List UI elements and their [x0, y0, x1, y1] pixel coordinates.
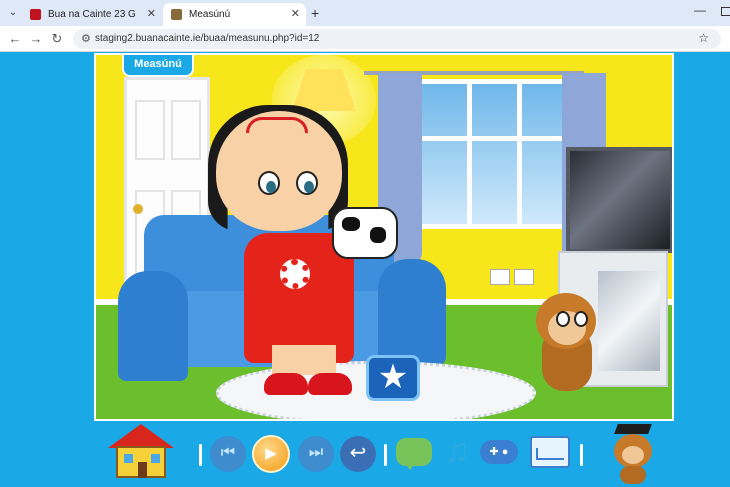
progress-chart-icon[interactable] — [530, 436, 570, 468]
music-note-icon[interactable]: ♫ — [440, 432, 474, 470]
play-icon[interactable]: ▶ — [252, 435, 290, 473]
pdf-icon — [30, 9, 41, 20]
monkey-eye — [556, 311, 570, 327]
window — [414, 79, 570, 229]
door-panel — [171, 100, 201, 160]
browser-toolbar: ← → ↻ ⚙ staging2.buanacainte.ie/buaa/mea… — [0, 26, 730, 52]
tab-title: Bua na Cainte 23 Galley - Adobe — [48, 9, 136, 20]
address-bar[interactable]: ⚙ staging2.buanacainte.ie/buaa/measunu.p… — [73, 29, 721, 49]
door-panel — [135, 100, 165, 160]
professor-monkey-icon[interactable] — [606, 424, 660, 484]
chevron-down-icon[interactable]: ⌄ — [4, 4, 22, 22]
shoe — [308, 373, 352, 395]
window-frame — [419, 136, 565, 141]
skip-back-icon[interactable]: ⏮ — [210, 436, 246, 472]
house-window — [124, 454, 133, 463]
cow-spot — [370, 227, 386, 243]
gamepad-icon[interactable]: ✚ ● — [480, 440, 518, 464]
wall-socket — [490, 269, 510, 285]
return-arrow-icon[interactable]: ↩ — [340, 436, 376, 472]
cow-spot — [342, 217, 360, 231]
close-icon[interactable]: ✕ — [291, 3, 300, 26]
tv-stand-glass — [598, 271, 660, 371]
star-outline-icon[interactable]: ☆ — [698, 31, 709, 45]
separator — [199, 444, 202, 466]
house-door — [138, 462, 147, 478]
shoe — [264, 373, 308, 395]
maximize-icon[interactable] — [721, 7, 730, 16]
reload-icon[interactable]: ↻ — [48, 30, 66, 48]
house-window — [151, 454, 160, 463]
graduation-cap-icon — [614, 424, 652, 434]
close-icon[interactable]: ✕ — [147, 3, 156, 26]
window-frame — [467, 84, 472, 224]
skip-forward-icon[interactable]: ⏭ — [298, 436, 334, 472]
star-icon[interactable]: ★ — [366, 355, 420, 401]
chart-axes — [536, 448, 564, 460]
plus-icon[interactable]: + — [311, 4, 319, 22]
url-text[interactable]: staging2.buanacainte.ie/buaa/measunu.php… — [95, 29, 319, 49]
browser-tab-bar: ⌄ Bua na Cainte 23 Galley - Adobe ✕ Meas… — [0, 0, 730, 26]
home-house-icon[interactable] — [108, 424, 174, 480]
tune-icon[interactable]: ⚙ — [81, 32, 91, 45]
girl-eye — [296, 171, 318, 195]
girl-legs — [272, 345, 336, 375]
chat-bubble-icon[interactable] — [396, 438, 432, 470]
window-frame — [517, 84, 522, 224]
sofa-arm — [118, 271, 188, 381]
door-handle — [133, 204, 143, 214]
back-arrow-icon[interactable]: ← — [6, 30, 24, 48]
minimize-icon[interactable]: — — [694, 3, 706, 17]
scene-illustration: Measúnú ★ — [94, 53, 674, 421]
monkey-body — [620, 466, 646, 484]
television — [566, 147, 672, 253]
toy-cow-icon — [332, 207, 398, 259]
monkey-muzzle — [622, 446, 644, 464]
tab-measunu[interactable]: Measúnú ✕ — [163, 3, 306, 26]
girl-eye — [258, 171, 280, 195]
house-walls — [116, 446, 166, 478]
site-favicon-icon — [171, 9, 182, 20]
sofa-arm — [378, 259, 446, 365]
hairband — [246, 117, 308, 133]
profile-icon[interactable] — [724, 34, 730, 44]
wall-socket — [514, 269, 534, 285]
tab-title: Measúnú — [189, 9, 231, 20]
house-roof — [108, 424, 174, 448]
monkey-eye — [574, 311, 588, 327]
measunu-badge[interactable]: Measúnú — [122, 55, 194, 77]
tab-adobe[interactable]: Bua na Cainte 23 Galley - Adobe ✕ — [22, 3, 162, 26]
flower-icon — [280, 259, 310, 289]
separator — [384, 444, 387, 466]
forward-arrow-icon[interactable]: → — [27, 30, 45, 48]
separator — [580, 444, 583, 466]
